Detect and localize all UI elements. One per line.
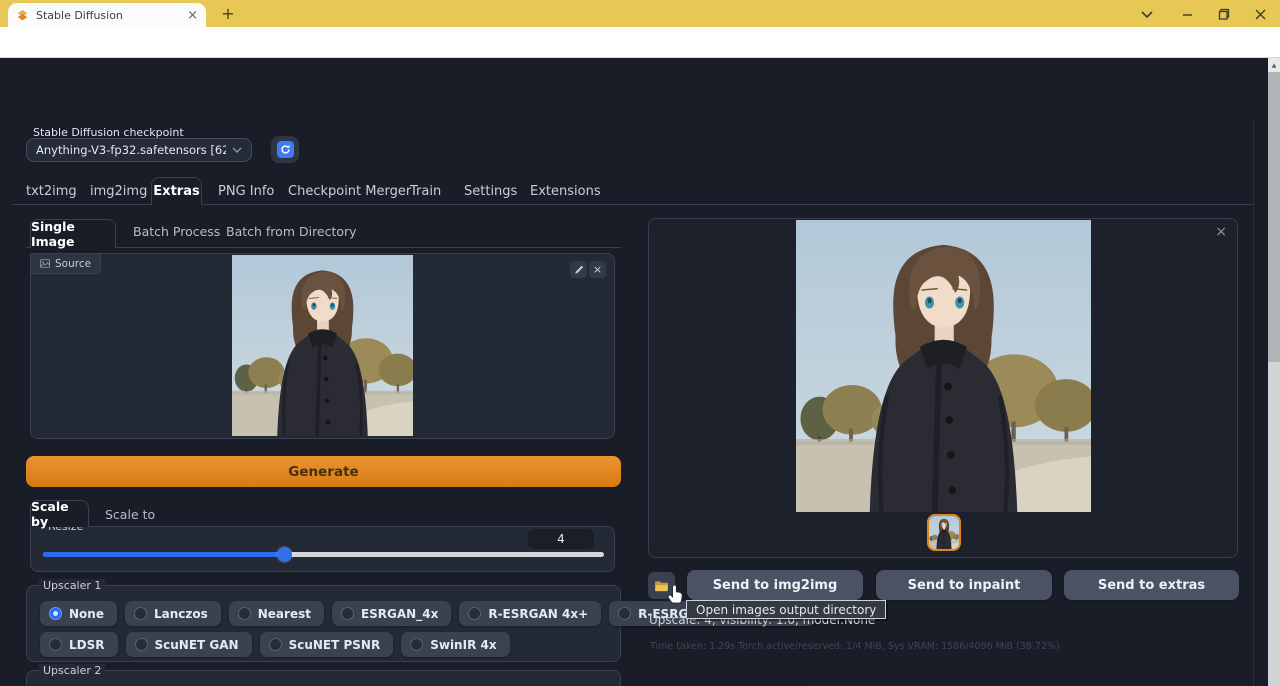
browser-tab-bar: Stable Diffusion × + bbox=[0, 0, 1280, 27]
tab-img2img[interactable]: img2img bbox=[90, 178, 147, 204]
pencil-icon bbox=[574, 265, 584, 275]
generate-button[interactable]: Generate bbox=[26, 456, 621, 487]
status-line: Time taken: 1.29s Torch active/reserved:… bbox=[650, 641, 1060, 652]
upscaler-2-group: Upscaler 2 None Lanczos Nearest ESRGAN_4… bbox=[26, 670, 621, 686]
slider-fill bbox=[43, 552, 284, 557]
resize-panel: Resize 4 bbox=[30, 526, 615, 572]
option-label: LDSR bbox=[69, 638, 105, 652]
scale-to-tab[interactable]: Scale to bbox=[105, 507, 155, 522]
radio-icon bbox=[269, 638, 282, 651]
upscaler-1-group: Upscaler 1 None Lanczos Nearest ESRGAN_4… bbox=[26, 585, 621, 662]
tab-extras[interactable]: Extras bbox=[151, 177, 202, 205]
source-image bbox=[232, 255, 413, 436]
radio-icon bbox=[468, 607, 481, 620]
checkpoint-value: Anything-V3-fp32.safetensors [625a2ba2] bbox=[36, 143, 226, 157]
gallery-close-icon[interactable]: × bbox=[1215, 224, 1227, 240]
upscaler1-option-swinir4x[interactable]: SwinIR 4x bbox=[401, 632, 509, 657]
tab-train[interactable]: Train bbox=[410, 178, 441, 204]
thumbnail-image bbox=[929, 516, 959, 549]
subtab-batch-from-directory[interactable]: Batch from Directory bbox=[226, 224, 357, 239]
clear-image-button[interactable]: × bbox=[589, 261, 606, 278]
send-to-inpaint-button[interactable]: Send to inpaint bbox=[876, 570, 1052, 600]
tab-close-icon[interactable]: × bbox=[187, 9, 198, 22]
radio-icon bbox=[410, 638, 423, 651]
upscaler1-option-scunet-psnr[interactable]: ScuNET PSNR bbox=[260, 632, 394, 657]
tab-settings[interactable]: Settings bbox=[464, 178, 517, 204]
subtab-single-image[interactable]: Single Image bbox=[30, 219, 116, 248]
upscaler1-option-resrgan4x[interactable]: R-ESRGAN 4x+ bbox=[459, 601, 601, 626]
screen: Stable Diffusion × + ← → i 127.0.0.1:786… bbox=[0, 0, 1280, 686]
upscaler1-option-none[interactable]: None bbox=[40, 601, 117, 626]
upscaler1-option-nearest[interactable]: Nearest bbox=[229, 601, 324, 626]
option-label: None bbox=[69, 607, 104, 621]
browser-toolbar: ← → i 127.0.0.1:7860 ★ G ⋮ bbox=[0, 27, 1280, 58]
minimize-icon[interactable] bbox=[1179, 6, 1195, 22]
image-icon bbox=[40, 259, 50, 268]
favicon-icon bbox=[16, 9, 29, 22]
result-image[interactable] bbox=[796, 220, 1091, 512]
resize-value-input[interactable]: 4 bbox=[528, 529, 594, 549]
source-image-dropzone[interactable]: Source × bbox=[30, 253, 615, 439]
tooltip: Open images output directory bbox=[686, 600, 886, 619]
upscaler1-option-esrgan4x[interactable]: ESRGAN_4x bbox=[332, 601, 451, 626]
cursor-hand-icon bbox=[667, 584, 684, 609]
radio-icon bbox=[135, 638, 148, 651]
radio-icon bbox=[341, 607, 354, 620]
scrollbar-up-arrow[interactable]: ▲ bbox=[1268, 58, 1280, 72]
tab-txt2img[interactable]: txt2img bbox=[26, 178, 77, 204]
option-label: R-ESRGAN 4x+ bbox=[488, 607, 588, 621]
browser-tab-title: Stable Diffusion bbox=[36, 9, 180, 22]
edit-image-button[interactable] bbox=[570, 261, 587, 278]
subtab-batch-process[interactable]: Batch Process bbox=[133, 224, 220, 239]
scale-by-tab[interactable]: Scale by bbox=[30, 500, 89, 527]
send-to-extras-button[interactable]: Send to extras bbox=[1064, 570, 1239, 600]
browser-tab[interactable]: Stable Diffusion × bbox=[8, 3, 206, 27]
radio-icon bbox=[49, 607, 62, 620]
result-gallery: × bbox=[648, 218, 1238, 558]
option-label: Nearest bbox=[258, 607, 311, 621]
option-label: Lanczos bbox=[154, 607, 208, 621]
slider-handle[interactable] bbox=[277, 547, 292, 562]
source-label: Source bbox=[55, 258, 91, 270]
option-label: ESRGAN_4x bbox=[361, 607, 438, 621]
upscaler1-option-scunet-gan[interactable]: ScuNET GAN bbox=[126, 632, 252, 657]
radio-icon bbox=[134, 607, 147, 620]
upscaler-1-label: Upscaler 1 bbox=[39, 579, 105, 592]
tab-extensions[interactable]: Extensions bbox=[530, 178, 601, 204]
radio-icon bbox=[238, 607, 251, 620]
upscaler1-option-ldsr[interactable]: LDSR bbox=[40, 632, 118, 657]
option-label: SwinIR 4x bbox=[430, 638, 496, 652]
maximize-icon[interactable] bbox=[1216, 6, 1232, 22]
refresh-checkpoint-button[interactable] bbox=[271, 136, 299, 163]
chevron-down-icon bbox=[232, 147, 242, 153]
option-label: ScuNET PSNR bbox=[289, 638, 381, 652]
checkpoint-dropdown[interactable]: Anything-V3-fp32.safetensors [625a2ba2] bbox=[26, 138, 252, 162]
gallery-thumbnail-selected[interactable] bbox=[927, 514, 961, 551]
upscaler1-option-lanczos[interactable]: Lanczos bbox=[125, 601, 221, 626]
tab-png-info[interactable]: PNG Info bbox=[218, 178, 274, 204]
radio-icon bbox=[618, 607, 631, 620]
radio-icon bbox=[49, 638, 62, 651]
source-label-chip: Source bbox=[31, 254, 101, 274]
tab-checkpoint-merger[interactable]: Checkpoint Merger bbox=[288, 178, 411, 204]
chevron-down-icon[interactable] bbox=[1139, 6, 1155, 22]
refresh-icon bbox=[277, 141, 294, 158]
send-to-img2img-button[interactable]: Send to img2img bbox=[687, 570, 863, 600]
upscaler-2-label: Upscaler 2 bbox=[39, 664, 105, 677]
close-icon[interactable] bbox=[1252, 6, 1268, 22]
scrollbar-thumb[interactable] bbox=[1268, 72, 1280, 362]
resize-slider[interactable] bbox=[43, 552, 604, 557]
option-label: ScuNET GAN bbox=[155, 638, 239, 652]
new-tab-button[interactable]: + bbox=[216, 2, 240, 24]
app-page: Stable Diffusion checkpoint Anything-V3-… bbox=[0, 58, 1280, 686]
